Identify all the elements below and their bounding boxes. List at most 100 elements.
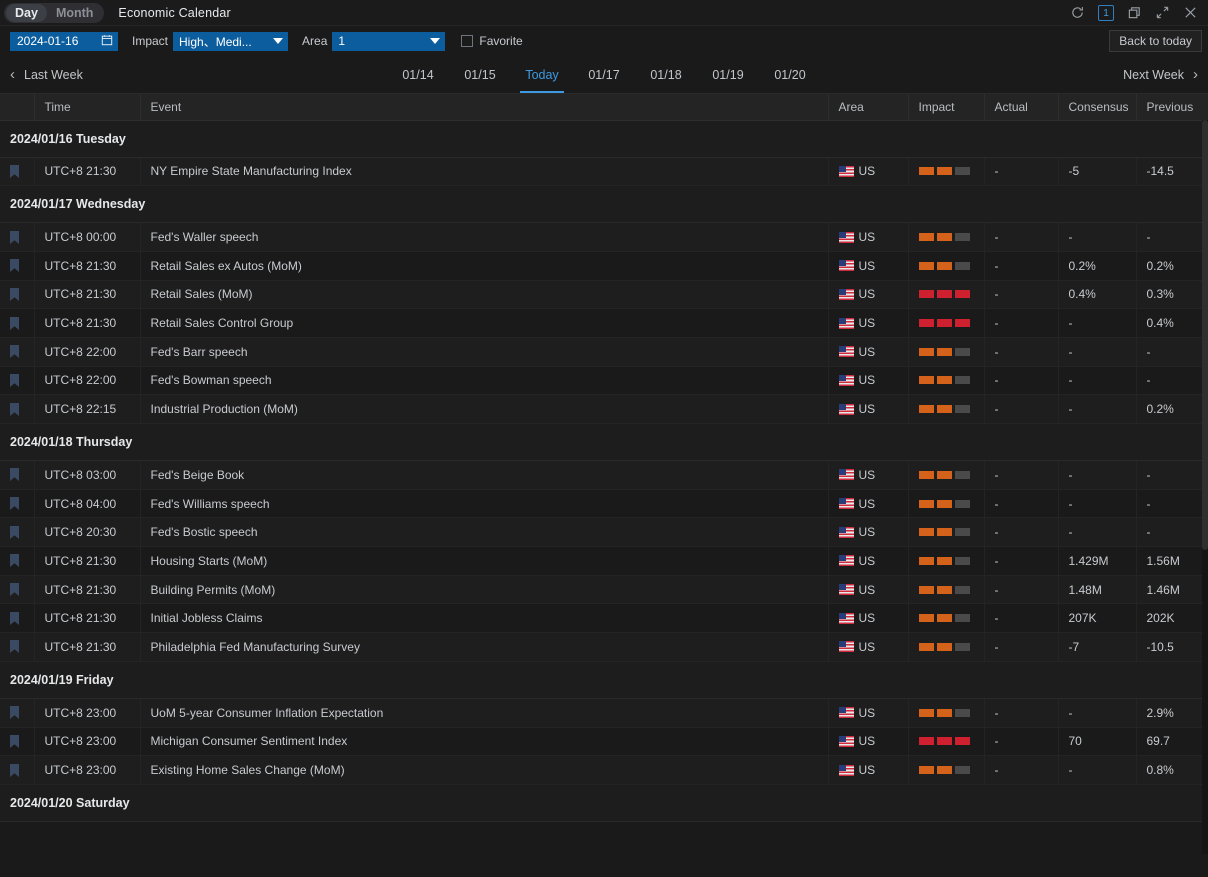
area-label: US bbox=[859, 525, 876, 539]
calendar-icon[interactable] bbox=[101, 34, 113, 49]
impact-cell bbox=[908, 575, 984, 604]
consensus-cell: - bbox=[1058, 489, 1136, 518]
day-tab-today[interactable]: Today bbox=[511, 56, 573, 93]
area-cell: US bbox=[828, 366, 908, 395]
table-row[interactable]: UTC+8 22:15Industrial Production (MoM)US… bbox=[0, 395, 1208, 424]
bookmark-cell[interactable] bbox=[0, 309, 34, 338]
table-row[interactable]: UTC+8 21:30Housing Starts (MoM)US-1.429M… bbox=[0, 547, 1208, 576]
table-row[interactable]: UTC+8 21:30NY Empire State Manufacturing… bbox=[0, 157, 1208, 186]
previous-cell: - bbox=[1136, 489, 1208, 518]
day-group-date: 2024/01/18 Thursday bbox=[0, 424, 1208, 461]
table-row[interactable]: UTC+8 03:00Fed's Beige BookUS--- bbox=[0, 461, 1208, 490]
table-row[interactable]: UTC+8 21:30Retail Sales (MoM)US-0.4%0.3% bbox=[0, 280, 1208, 309]
impact-cell bbox=[908, 280, 984, 309]
event-cell: UoM 5-year Consumer Inflation Expectatio… bbox=[140, 698, 828, 727]
day-tab-01-18[interactable]: 01/18 bbox=[635, 56, 697, 93]
bookmark-cell[interactable] bbox=[0, 223, 34, 252]
window-count-badge[interactable]: 1 bbox=[1098, 5, 1114, 21]
bookmark-cell[interactable] bbox=[0, 575, 34, 604]
bookmark-cell[interactable] bbox=[0, 633, 34, 662]
checkbox-box[interactable] bbox=[461, 35, 473, 47]
close-icon[interactable] bbox=[1183, 5, 1198, 20]
view-mode-day[interactable]: Day bbox=[6, 4, 47, 22]
time-cell: UTC+8 22:00 bbox=[34, 337, 140, 366]
bookmark-cell[interactable] bbox=[0, 727, 34, 756]
impact-bars bbox=[919, 290, 984, 298]
impact-cell bbox=[908, 309, 984, 338]
impact-cell bbox=[908, 756, 984, 785]
impact-bars bbox=[919, 614, 984, 622]
bookmark-cell[interactable] bbox=[0, 698, 34, 727]
view-mode-month[interactable]: Month bbox=[47, 4, 102, 22]
bookmark-cell[interactable] bbox=[0, 366, 34, 395]
day-tab-01-17[interactable]: 01/17 bbox=[573, 56, 635, 93]
event-cell: Michigan Consumer Sentiment Index bbox=[140, 727, 828, 756]
consensus-cell: - bbox=[1058, 223, 1136, 252]
flag-icon-us bbox=[839, 736, 854, 747]
impact-select[interactable]: High、Medi... bbox=[173, 32, 288, 51]
time-cell: UTC+8 21:30 bbox=[34, 604, 140, 633]
actual-cell: - bbox=[984, 157, 1058, 186]
day-tab-01-15[interactable]: 01/15 bbox=[449, 56, 511, 93]
table-row[interactable]: UTC+8 21:30Retail Sales Control GroupUS-… bbox=[0, 309, 1208, 338]
flag-icon-us bbox=[839, 289, 854, 300]
vertical-scrollbar[interactable] bbox=[1202, 120, 1208, 854]
table-row[interactable]: UTC+8 21:30Philadelphia Fed Manufacturin… bbox=[0, 633, 1208, 662]
bookmark-cell[interactable] bbox=[0, 395, 34, 424]
table-row[interactable]: UTC+8 23:00Michigan Consumer Sentiment I… bbox=[0, 727, 1208, 756]
area-label: US bbox=[859, 611, 876, 625]
table-row[interactable]: UTC+8 04:00Fed's Williams speechUS--- bbox=[0, 489, 1208, 518]
area-cell: US bbox=[828, 756, 908, 785]
table-row[interactable]: UTC+8 20:30Fed's Bostic speechUS--- bbox=[0, 518, 1208, 547]
refresh-icon[interactable] bbox=[1070, 5, 1085, 20]
table-row[interactable]: UTC+8 21:30Initial Jobless ClaimsUS-207K… bbox=[0, 604, 1208, 633]
bookmark-cell[interactable] bbox=[0, 518, 34, 547]
bookmark-cell[interactable] bbox=[0, 547, 34, 576]
bookmark-cell[interactable] bbox=[0, 337, 34, 366]
favorite-checkbox[interactable]: Favorite bbox=[461, 34, 522, 48]
day-tab-01-19[interactable]: 01/19 bbox=[697, 56, 759, 93]
flag-icon-us bbox=[839, 260, 854, 271]
previous-cell: - bbox=[1136, 223, 1208, 252]
previous-cell: 69.7 bbox=[1136, 727, 1208, 756]
table-row[interactable]: UTC+8 22:00Fed's Bowman speechUS--- bbox=[0, 366, 1208, 395]
bookmark-icon bbox=[10, 317, 19, 330]
area-cell: US bbox=[828, 604, 908, 633]
last-week-button[interactable]: ‹ Last Week bbox=[10, 67, 83, 82]
table-row[interactable]: UTC+8 21:30Retail Sales ex Autos (MoM)US… bbox=[0, 251, 1208, 280]
day-group-header: 2024/01/19 Friday bbox=[0, 661, 1208, 698]
page-title: Economic Calendar bbox=[118, 6, 230, 20]
table-row[interactable]: UTC+8 23:00Existing Home Sales Change (M… bbox=[0, 756, 1208, 785]
day-tab-01-20[interactable]: 01/20 bbox=[759, 56, 821, 93]
bookmark-cell[interactable] bbox=[0, 756, 34, 785]
bookmark-cell[interactable] bbox=[0, 604, 34, 633]
bookmark-cell[interactable] bbox=[0, 157, 34, 186]
duplicate-icon[interactable] bbox=[1127, 5, 1142, 20]
table-row[interactable]: UTC+8 21:30Building Permits (MoM)US-1.48… bbox=[0, 575, 1208, 604]
bookmark-cell[interactable] bbox=[0, 251, 34, 280]
previous-cell: 0.3% bbox=[1136, 280, 1208, 309]
date-input[interactable]: 2024-01-16 bbox=[10, 32, 118, 51]
table-row[interactable]: UTC+8 23:00UoM 5-year Consumer Inflation… bbox=[0, 698, 1208, 727]
flag-icon-us bbox=[839, 527, 854, 538]
table-row[interactable]: UTC+8 22:00Fed's Barr speechUS--- bbox=[0, 337, 1208, 366]
event-cell: Retail Sales Control Group bbox=[140, 309, 828, 338]
area-label: US bbox=[859, 640, 876, 654]
area-select[interactable]: 1 bbox=[332, 32, 445, 51]
chevron-right-icon: › bbox=[1193, 67, 1198, 82]
table-row[interactable]: UTC+8 00:00Fed's Waller speechUS--- bbox=[0, 223, 1208, 252]
bookmark-icon bbox=[10, 259, 19, 272]
expand-icon[interactable] bbox=[1155, 5, 1170, 20]
impact-bars bbox=[919, 528, 984, 536]
bookmark-cell[interactable] bbox=[0, 461, 34, 490]
day-group-date: 2024/01/20 Saturday bbox=[0, 784, 1208, 821]
back-to-today-button[interactable]: Back to today bbox=[1109, 30, 1202, 52]
day-tab-01-14[interactable]: 01/14 bbox=[387, 56, 449, 93]
bookmark-cell[interactable] bbox=[0, 280, 34, 309]
view-mode-segmented-control[interactable]: Day Month bbox=[4, 3, 104, 23]
next-week-button[interactable]: Next Week › bbox=[1123, 67, 1198, 82]
area-label: US bbox=[859, 287, 876, 301]
scrollbar-thumb[interactable] bbox=[1202, 120, 1208, 550]
bookmark-cell[interactable] bbox=[0, 489, 34, 518]
consensus-cell: - bbox=[1058, 698, 1136, 727]
